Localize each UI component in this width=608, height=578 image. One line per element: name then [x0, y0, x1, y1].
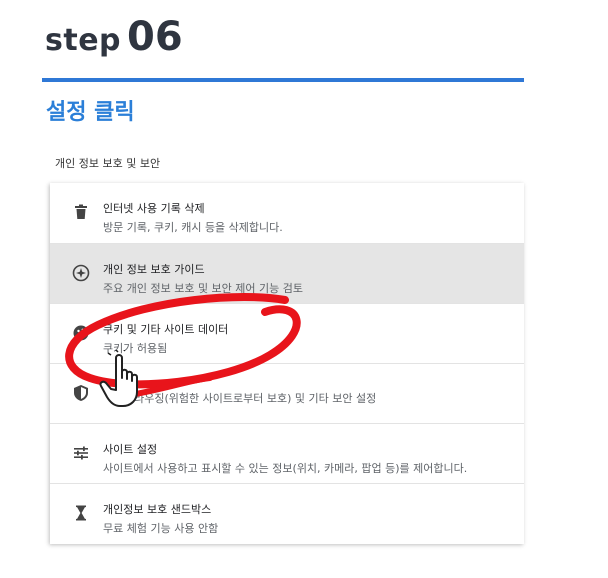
item-title: 인터넷 사용 기록 삭제 [103, 202, 205, 215]
compass-icon [72, 264, 90, 282]
item-title: 개인 정보 보호 가이드 [103, 263, 205, 276]
menu-item-privacy-sandbox[interactable]: 개인정보 보호 샌드박스 무료 체험 기능 사용 안함 [50, 483, 524, 543]
menu-item-clear-browsing-data[interactable]: 인터넷 사용 기록 삭제 방문 기록, 쿠키, 캐시 등을 삭제합니다. [50, 183, 524, 243]
menu-item-privacy-guide[interactable]: 개인 정보 보호 가이드 주요 개인 정보 보호 및 보안 제어 기능 검토 [50, 243, 524, 303]
step-instruction: 설정 클릭 [46, 100, 135, 125]
sliders-icon [72, 444, 90, 462]
step-heading: step 06 [45, 14, 183, 60]
item-description: 브라우징(위험한 사이트로부터 보호) 및 기타 보안 설정 [124, 392, 377, 405]
flask-icon [72, 504, 90, 522]
trash-icon [72, 203, 90, 221]
item-description: 사이트에서 사용하고 표시할 수 있는 정보(위치, 카메라, 팝업 등)를 제… [103, 462, 468, 475]
item-description: 주요 개인 정보 보호 및 보안 제어 기능 검토 [103, 282, 304, 295]
section-title: 개인 정보 보호 및 보안 [55, 157, 161, 170]
item-description: 무료 체험 기능 사용 안함 [103, 522, 219, 535]
cookie-icon [72, 324, 90, 342]
item-title: 개인정보 보호 샌드박스 [103, 503, 212, 516]
item-title: 사이트 설정 [103, 443, 158, 456]
step-number: 06 [127, 14, 183, 60]
item-description: 방문 기록, 쿠키, 캐시 등을 삭제합니다. [103, 221, 283, 234]
menu-item-site-settings[interactable]: 사이트 설정 사이트에서 사용하고 표시할 수 있는 정보(위치, 카메라, 팝… [50, 423, 524, 483]
item-title: 쿠키 및 기타 사이트 데이터 [103, 323, 229, 336]
step-word: step [45, 23, 122, 58]
pointing-hand-icon [99, 350, 138, 407]
step-divider [42, 78, 524, 82]
shield-icon [72, 384, 90, 402]
